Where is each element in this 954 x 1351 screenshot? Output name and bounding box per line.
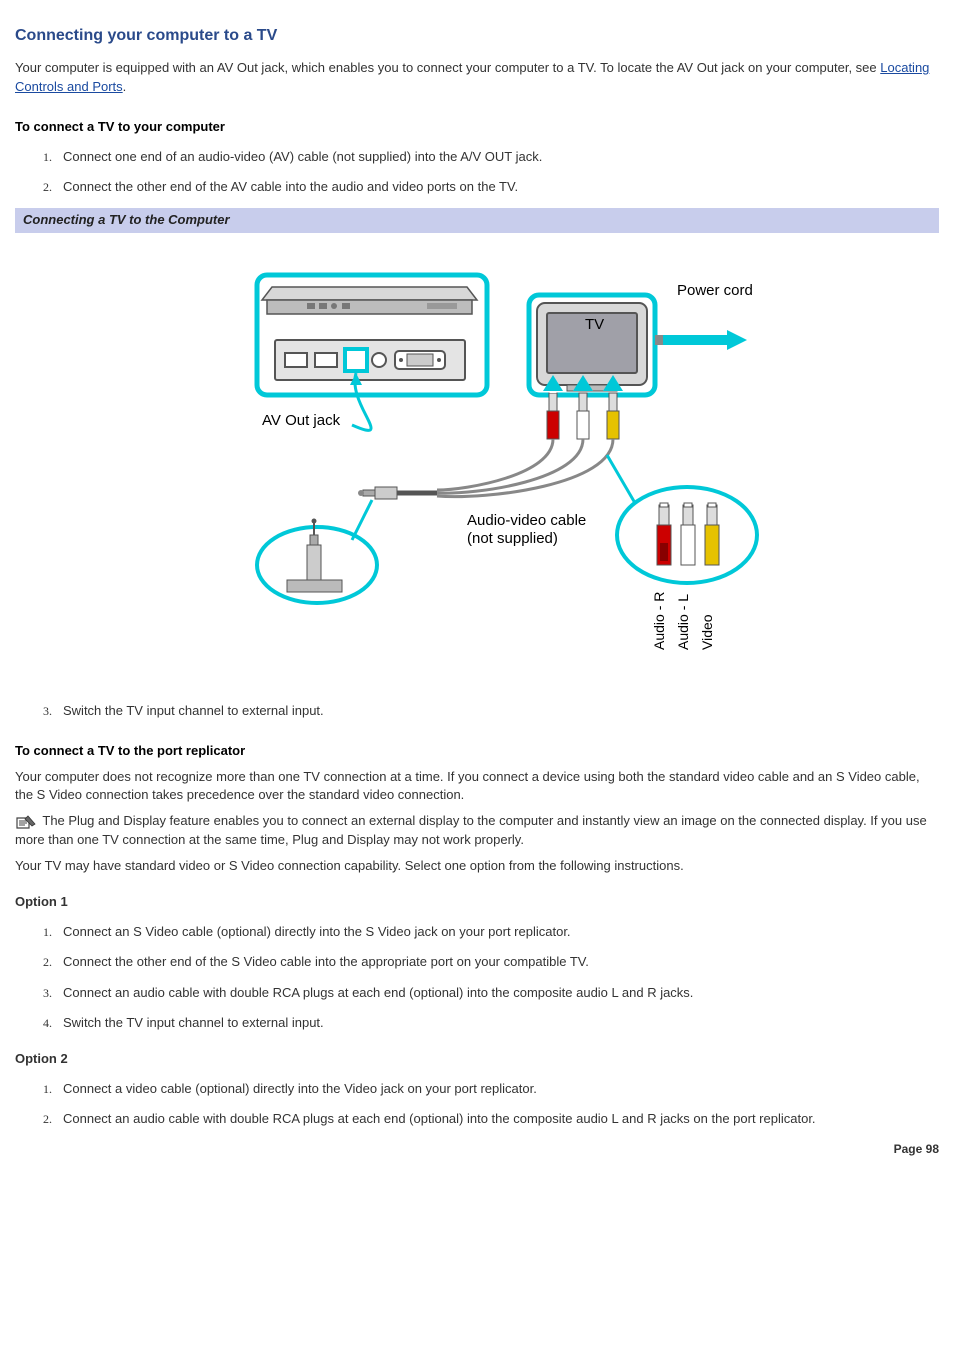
connection-diagram-svg: AV Out jack TV Power cord	[167, 245, 787, 665]
option2-steps: Connect a video cable (optional) directl…	[15, 1080, 939, 1128]
intro-text-2: .	[123, 79, 127, 94]
list-item: Connect the other end of the AV cable in…	[55, 178, 939, 196]
list-item: Connect an audio cable with double RCA p…	[55, 984, 939, 1002]
subheading-connect-tv: To connect a TV to your computer	[15, 118, 939, 136]
list-item: Connect an S Video cable (optional) dire…	[55, 923, 939, 941]
note-icon	[15, 814, 37, 830]
figure-diagram: AV Out jack TV Power cord	[15, 233, 939, 690]
page-number: Page 98	[15, 1141, 939, 1158]
section-title: Connecting your computer to a TV	[15, 25, 939, 47]
list-item: Connect the other end of the S Video cab…	[55, 953, 939, 971]
intro-text-1: Your computer is equipped with an AV Out…	[15, 60, 880, 75]
option1-steps: Connect an S Video cable (optional) dire…	[15, 923, 939, 1032]
paragraph-select-option: Your TV may have standard video or S Vid…	[15, 857, 939, 875]
label-av-cable-1: Audio-video cable	[467, 512, 586, 529]
paragraph-precedence: Your computer does not recognize more th…	[15, 768, 939, 804]
subheading-port-replicator: To connect a TV to the port replicator	[15, 742, 939, 760]
note-text: The Plug and Display feature enables you…	[15, 813, 927, 846]
label-av-out: AV Out jack	[262, 412, 341, 429]
label-av-cable-2: (not supplied)	[467, 530, 558, 547]
option2-heading: Option 2	[15, 1050, 939, 1068]
list-item: Switch the TV input channel to external …	[55, 1014, 939, 1032]
label-audio-r: Audio - R	[651, 591, 667, 649]
note-paragraph: The Plug and Display feature enables you…	[15, 812, 939, 848]
label-tv: TV	[585, 316, 604, 333]
intro-paragraph: Your computer is equipped with an AV Out…	[15, 59, 939, 95]
steps-list-b: Switch the TV input channel to external …	[15, 702, 939, 720]
list-item: Connect an audio cable with double RCA p…	[55, 1110, 939, 1128]
option1-heading: Option 1	[15, 893, 939, 911]
list-item: Connect one end of an audio-video (AV) c…	[55, 148, 939, 166]
list-item: Connect a video cable (optional) directl…	[55, 1080, 939, 1098]
label-audio-l: Audio - L	[675, 593, 691, 649]
steps-list-a: Connect one end of an audio-video (AV) c…	[15, 148, 939, 196]
list-item: Switch the TV input channel to external …	[55, 702, 939, 720]
label-video: Video	[699, 614, 715, 650]
label-power-cord: Power cord	[677, 282, 753, 299]
figure-caption: Connecting a TV to the Computer	[15, 208, 939, 232]
